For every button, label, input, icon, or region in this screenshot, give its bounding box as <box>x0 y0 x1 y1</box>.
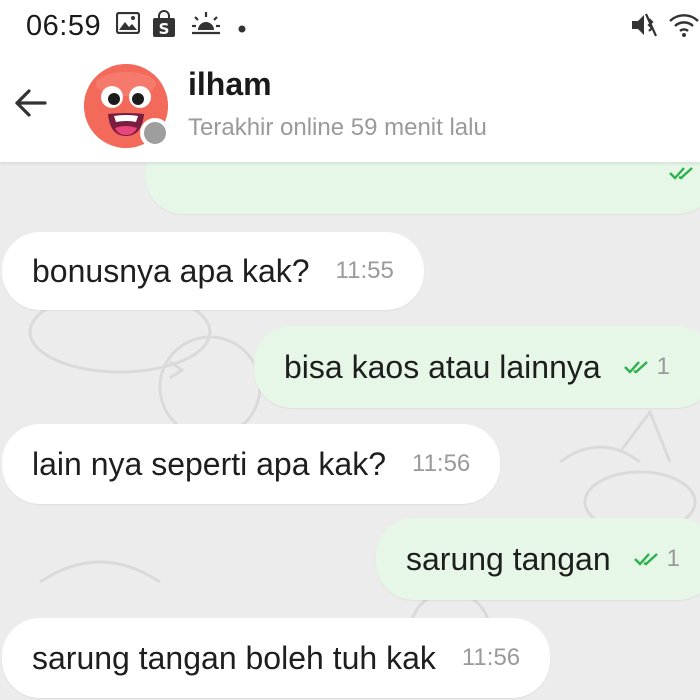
message-text: lain nya seperti apa kak? <box>32 445 386 482</box>
message-text: bisa kaos atau lainnya <box>284 348 601 385</box>
message-time: 11:56 <box>461 644 521 671</box>
shopping-bag-icon: S <box>152 10 176 43</box>
back-button[interactable] <box>8 80 54 126</box>
message-text: sarung tangan boleh tuh kak <box>32 639 436 676</box>
message-time: 11:56 <box>412 450 471 477</box>
chat-area[interactable]: 1 bonusnya apa kak? 11:55 bisa kaos atau… <box>0 162 700 700</box>
chat-header: ilham Terakhir online 59 menit lalu <box>0 52 700 162</box>
message-bubble-incoming[interactable]: lain nya seperti apa kak? 11:56 <box>2 424 501 504</box>
dot-icon <box>238 20 246 38</box>
message-bubble-outgoing[interactable]: 1 <box>145 162 700 214</box>
presence-indicator <box>140 118 170 148</box>
image-icon <box>115 11 141 39</box>
status-time: 06:59 <box>26 10 102 42</box>
message-text: bonusnya apa kak? <box>32 252 310 289</box>
sunrise-icon <box>190 10 222 41</box>
message-bubble-incoming[interactable]: bonusnya apa kak? 11:55 <box>2 232 424 310</box>
svg-text:S: S <box>159 20 170 38</box>
message-time: 11:55 <box>335 257 394 284</box>
vibrate-icon <box>630 12 660 43</box>
read-receipt-icon <box>623 359 651 375</box>
message-text: sarung tangan <box>406 540 611 577</box>
status-bar: 06:59 S <box>0 0 700 52</box>
last-seen-status: Terakhir online 59 menit lalu <box>188 114 487 141</box>
message-time: 1 <box>656 353 671 380</box>
back-arrow-icon <box>15 89 47 117</box>
read-receipt-icon <box>668 165 696 181</box>
read-receipt-icon <box>633 551 661 567</box>
message-bubble-incoming[interactable]: sarung tangan boleh tuh kak 11:56 <box>2 618 551 698</box>
message-bubble-outgoing[interactable]: sarung tangan 1 <box>376 518 700 600</box>
wifi-icon <box>668 12 700 43</box>
contact-name[interactable]: ilham <box>188 66 272 103</box>
message-time: 1 <box>666 545 680 572</box>
message-bubble-outgoing[interactable]: bisa kaos atau lainnya 1 <box>254 326 700 408</box>
